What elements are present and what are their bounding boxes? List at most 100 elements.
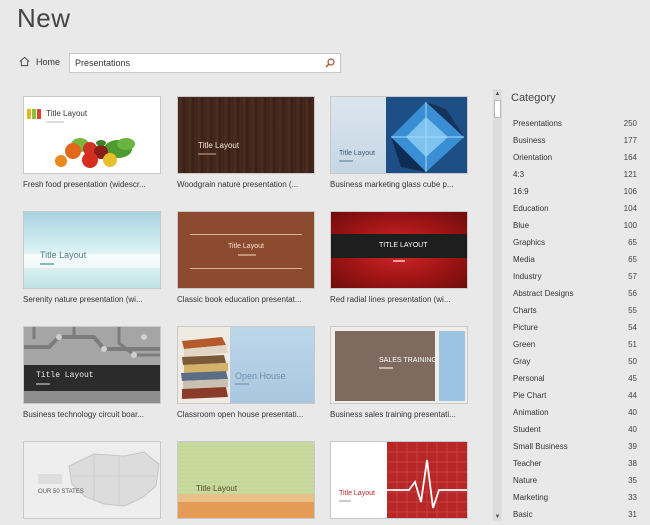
thumbnail-title: Title Layout: [198, 141, 240, 150]
search-input[interactable]: [70, 54, 320, 72]
thumbnail-title: SALES TRAINING: [379, 357, 437, 364]
template-thumbnail[interactable]: Title Layout: [177, 96, 315, 174]
category-item[interactable]: Business 177: [513, 132, 637, 149]
category-scrollbar[interactable]: ▲ ▼: [493, 89, 502, 521]
thumbnail-title: TITLE LAYOUT: [379, 242, 428, 249]
category-item[interactable]: Media 65: [513, 251, 637, 268]
category-item[interactable]: 4:3 121: [513, 166, 637, 183]
category-item[interactable]: 16:9 106: [513, 183, 637, 200]
category-name: Picture: [513, 323, 538, 332]
template-tile-states-map[interactable]: OUR 50 STATES: [23, 441, 161, 519]
category-item[interactable]: Industry 57: [513, 268, 637, 285]
category-heading: Category: [511, 92, 556, 104]
category-item[interactable]: Blue 100: [513, 217, 637, 234]
scroll-thumb[interactable]: [494, 100, 501, 118]
category-item[interactable]: Abstract Designs 56: [513, 285, 637, 302]
scroll-up-arrow-icon[interactable]: ▲: [493, 89, 502, 98]
home-icon: [19, 56, 30, 67]
template-tile-woodgrain[interactable]: Title Layout Woodgrain nature presentati…: [177, 96, 315, 189]
category-name: Graphics: [513, 238, 546, 247]
category-item[interactable]: Personal 45: [513, 370, 637, 387]
template-thumbnail[interactable]: Title Layout: [330, 441, 468, 519]
category-count: 33: [628, 493, 637, 502]
category-item[interactable]: Teacher 38: [513, 455, 637, 472]
template-tile-sales-training[interactable]: SALES TRAINING Business sales training p…: [330, 326, 468, 419]
category-item[interactable]: Presentations 250: [513, 115, 637, 132]
category-name: 16:9: [513, 187, 529, 196]
category-name: Industry: [513, 272, 542, 281]
category-item[interactable]: Orientation 164: [513, 149, 637, 166]
category-item[interactable]: Charts 55: [513, 302, 637, 319]
category-name: Teacher: [513, 459, 542, 468]
category-item[interactable]: Graphics 65: [513, 234, 637, 251]
category-count: 100: [623, 221, 637, 230]
template-thumbnail[interactable]: OUR 50 STATES: [23, 441, 161, 519]
thumbnail-title: Title Layout: [228, 243, 264, 250]
thumbnail-title: Title Layout: [339, 150, 375, 157]
template-tile-heartbeat[interactable]: Title Layout: [330, 441, 468, 519]
category-name: Student: [513, 425, 541, 434]
category-count: 40: [628, 408, 637, 417]
category-count: 31: [628, 510, 637, 519]
category-name: Business: [513, 136, 546, 145]
vegetables-image: [55, 138, 135, 168]
template-tile-glass-cube[interactable]: Title Layout Business marketing glass cu…: [330, 96, 468, 189]
template-tile-fresh-food[interactable]: Title Layout Fresh food presentation (wi…: [23, 96, 161, 189]
template-label: Classic book education presentat...: [177, 295, 302, 304]
category-name: Education: [513, 204, 549, 213]
category-item[interactable]: Basic 31: [513, 506, 637, 523]
category-count: 121: [623, 170, 637, 179]
category-name: Blue: [513, 221, 530, 230]
template-tile-open-house[interactable]: Open House Classroom open house presenta…: [177, 326, 315, 419]
category-name: Green: [513, 340, 536, 349]
template-thumbnail[interactable]: Title Layout: [177, 441, 315, 519]
template-thumbnail[interactable]: Title Layout: [330, 96, 468, 174]
category-count: 39: [628, 442, 637, 451]
heartbeat-image: [387, 442, 467, 518]
category-item[interactable]: Picture 54: [513, 319, 637, 336]
template-label: Red radial lines presentation (wi...: [330, 295, 451, 304]
template-thumbnail[interactable]: Title Layout: [23, 96, 161, 174]
template-label: Business technology circuit boar...: [23, 410, 144, 419]
scroll-down-arrow-icon[interactable]: ▼: [493, 512, 502, 521]
home-link[interactable]: Home: [19, 56, 60, 67]
template-thumbnail[interactable]: Open House: [177, 326, 315, 404]
map-image: [68, 451, 160, 507]
template-tile-classic-book[interactable]: Title Layout Classic book education pres…: [177, 211, 315, 304]
category-name: Small Business: [513, 442, 568, 451]
category-count: 38: [628, 459, 637, 468]
category-name: Basic: [513, 510, 533, 519]
category-count: 55: [628, 306, 637, 315]
template-label: Woodgrain nature presentation (...: [177, 180, 299, 189]
category-item[interactable]: Gray 50: [513, 353, 637, 370]
category-count: 40: [628, 425, 637, 434]
template-thumbnail[interactable]: Title Layout: [23, 326, 161, 404]
thumbnail-title: Title Layout: [339, 490, 375, 497]
template-thumbnail[interactable]: Title Layout: [177, 211, 315, 289]
category-name: Orientation: [513, 153, 553, 162]
template-tile-green-paper[interactable]: Title Layout: [177, 441, 315, 519]
template-thumbnail[interactable]: SALES TRAINING: [330, 326, 468, 404]
category-item[interactable]: Small Business 39: [513, 438, 637, 455]
category-name: Presentations: [513, 119, 562, 128]
template-tile-red-radial[interactable]: TITLE LAYOUT Red radial lines presentati…: [330, 211, 468, 304]
category-item[interactable]: Pie Chart 44: [513, 387, 637, 404]
category-name: Marketing: [513, 493, 549, 502]
category-item[interactable]: Education 104: [513, 200, 637, 217]
category-item[interactable]: Nature 35: [513, 472, 637, 489]
category-item[interactable]: Green 51: [513, 336, 637, 353]
category-item[interactable]: Animation 40: [513, 404, 637, 421]
search-icon[interactable]: [320, 54, 340, 72]
category-item[interactable]: Marketing 33: [513, 489, 637, 506]
category-name: Pie Chart: [513, 391, 547, 400]
category-list: Presentations 250 Business 177 Orientation 16…: [513, 115, 637, 523]
template-tile-serenity[interactable]: Title Layout Serenity nature presentatio…: [23, 211, 161, 304]
category-count: 250: [623, 119, 637, 128]
thumbnail-title: OUR 50 STATES: [38, 489, 84, 495]
category-count: 35: [628, 476, 637, 485]
category-name: Nature: [513, 476, 538, 485]
category-item[interactable]: Student 40: [513, 421, 637, 438]
template-thumbnail[interactable]: TITLE LAYOUT: [330, 211, 468, 289]
template-tile-circuit-board[interactable]: Title Layout Business technology circuit…: [23, 326, 161, 419]
template-thumbnail[interactable]: Title Layout: [23, 211, 161, 289]
